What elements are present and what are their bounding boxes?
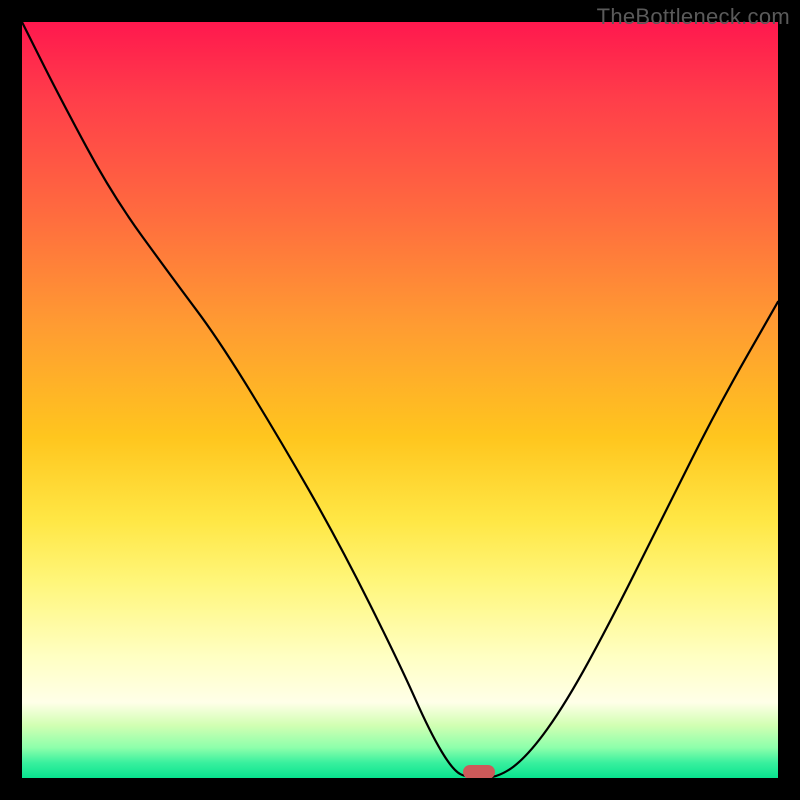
optimum-marker (463, 765, 495, 778)
bottleneck-curve (22, 22, 778, 778)
watermark-text: TheBottleneck.com (597, 4, 790, 30)
chart-frame: TheBottleneck.com (0, 0, 800, 800)
plot-area (22, 22, 778, 778)
